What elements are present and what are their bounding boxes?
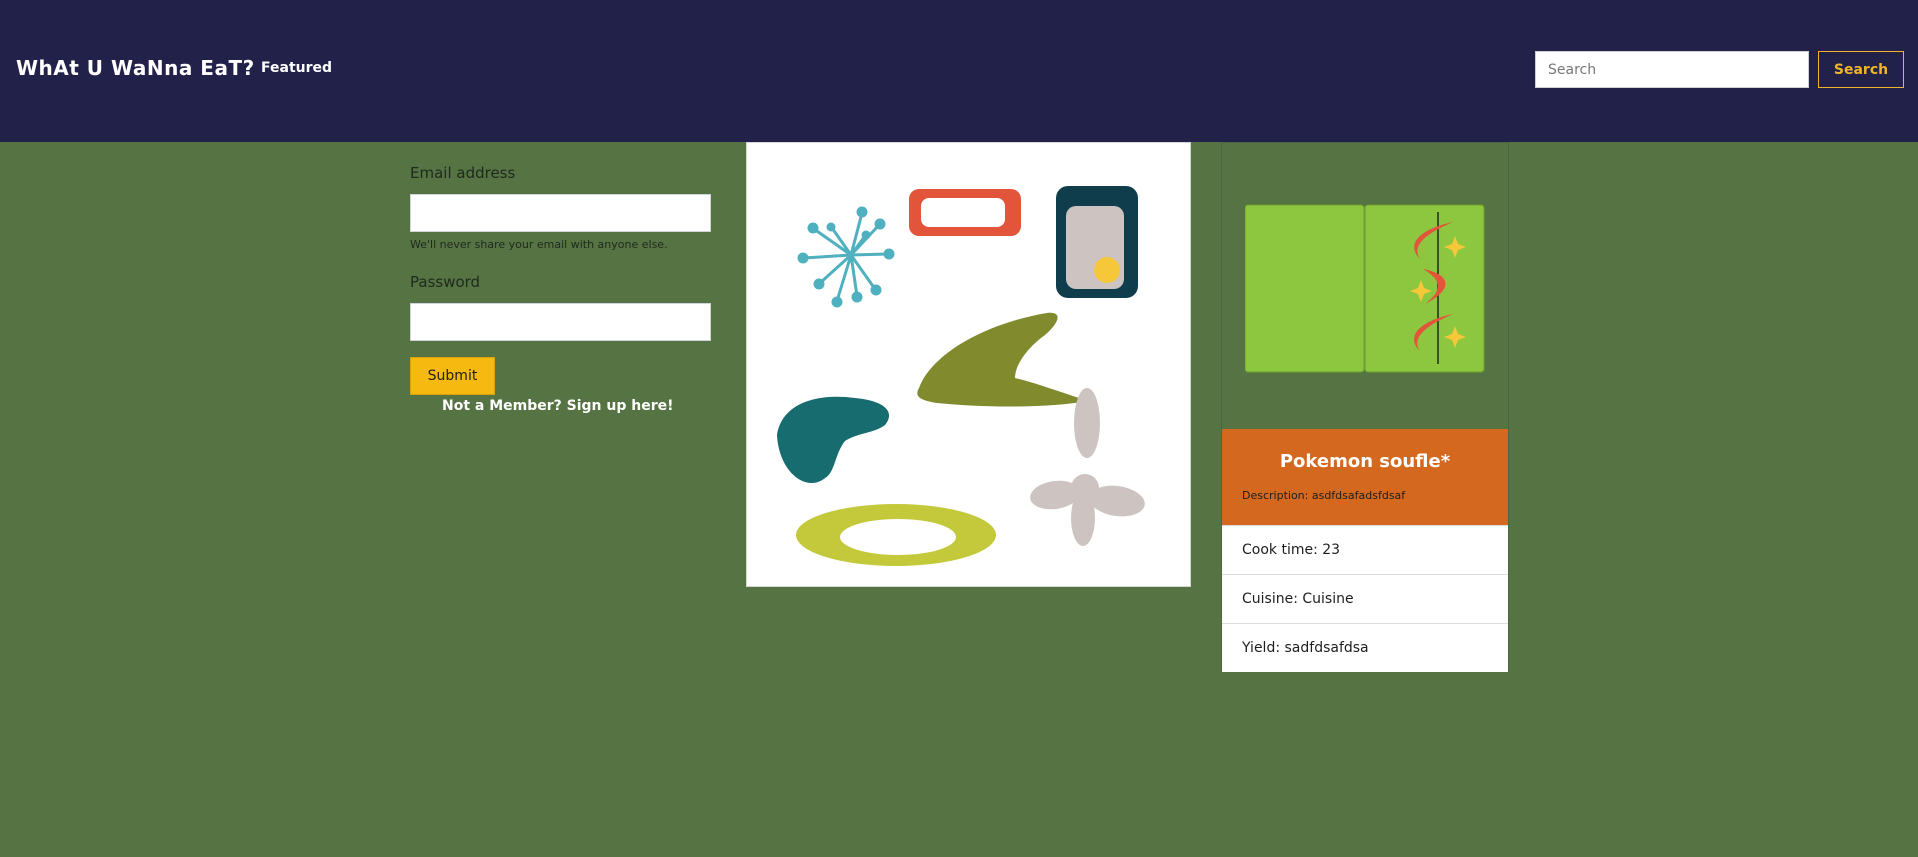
password-field[interactable] — [410, 303, 711, 341]
search-button[interactable]: Search — [1818, 51, 1904, 88]
email-help-text: We'll never share your email with anyone… — [410, 238, 668, 251]
submit-button[interactable]: Submit — [410, 357, 495, 395]
recipe-card-header: Pokemon soufle* Description: asdfdsafads… — [1222, 429, 1508, 525]
password-label: Password — [410, 273, 481, 291]
kidney-shape — [777, 396, 890, 484]
starburst-shape — [797, 206, 895, 308]
top-navbar: WhAt U WaNna EaT? Featured Search — [0, 0, 1918, 142]
recipe-cuisine: Cuisine: Cuisine — [1222, 574, 1508, 623]
search-input[interactable] — [1535, 51, 1809, 88]
brand-logo[interactable]: WhAt U WaNna EaT? — [16, 56, 255, 80]
recipe-description: Description: asdfdsafadsfdsaf — [1242, 489, 1406, 502]
recipe-card[interactable]: Pokemon soufle* Description: asdfdsafads… — [1221, 142, 1509, 672]
mid-century-art-image — [746, 142, 1191, 587]
email-field[interactable] — [410, 194, 711, 232]
recipe-yield: Yield: sadfdsafdsa — [1222, 623, 1508, 672]
nav-link-featured[interactable]: Featured — [261, 60, 332, 76]
recipe-title[interactable]: Pokemon soufle* — [1222, 451, 1508, 472]
signup-link[interactable]: Not a Member? Sign up here! — [442, 398, 674, 414]
art-shapes — [777, 186, 1145, 566]
recipe-cook-time: Cook time: 23 — [1222, 525, 1508, 574]
flower-shape — [1030, 388, 1145, 546]
email-label: Email address — [410, 164, 516, 182]
recipe-image — [1245, 204, 1485, 373]
boomerang-shape — [917, 312, 1089, 407]
